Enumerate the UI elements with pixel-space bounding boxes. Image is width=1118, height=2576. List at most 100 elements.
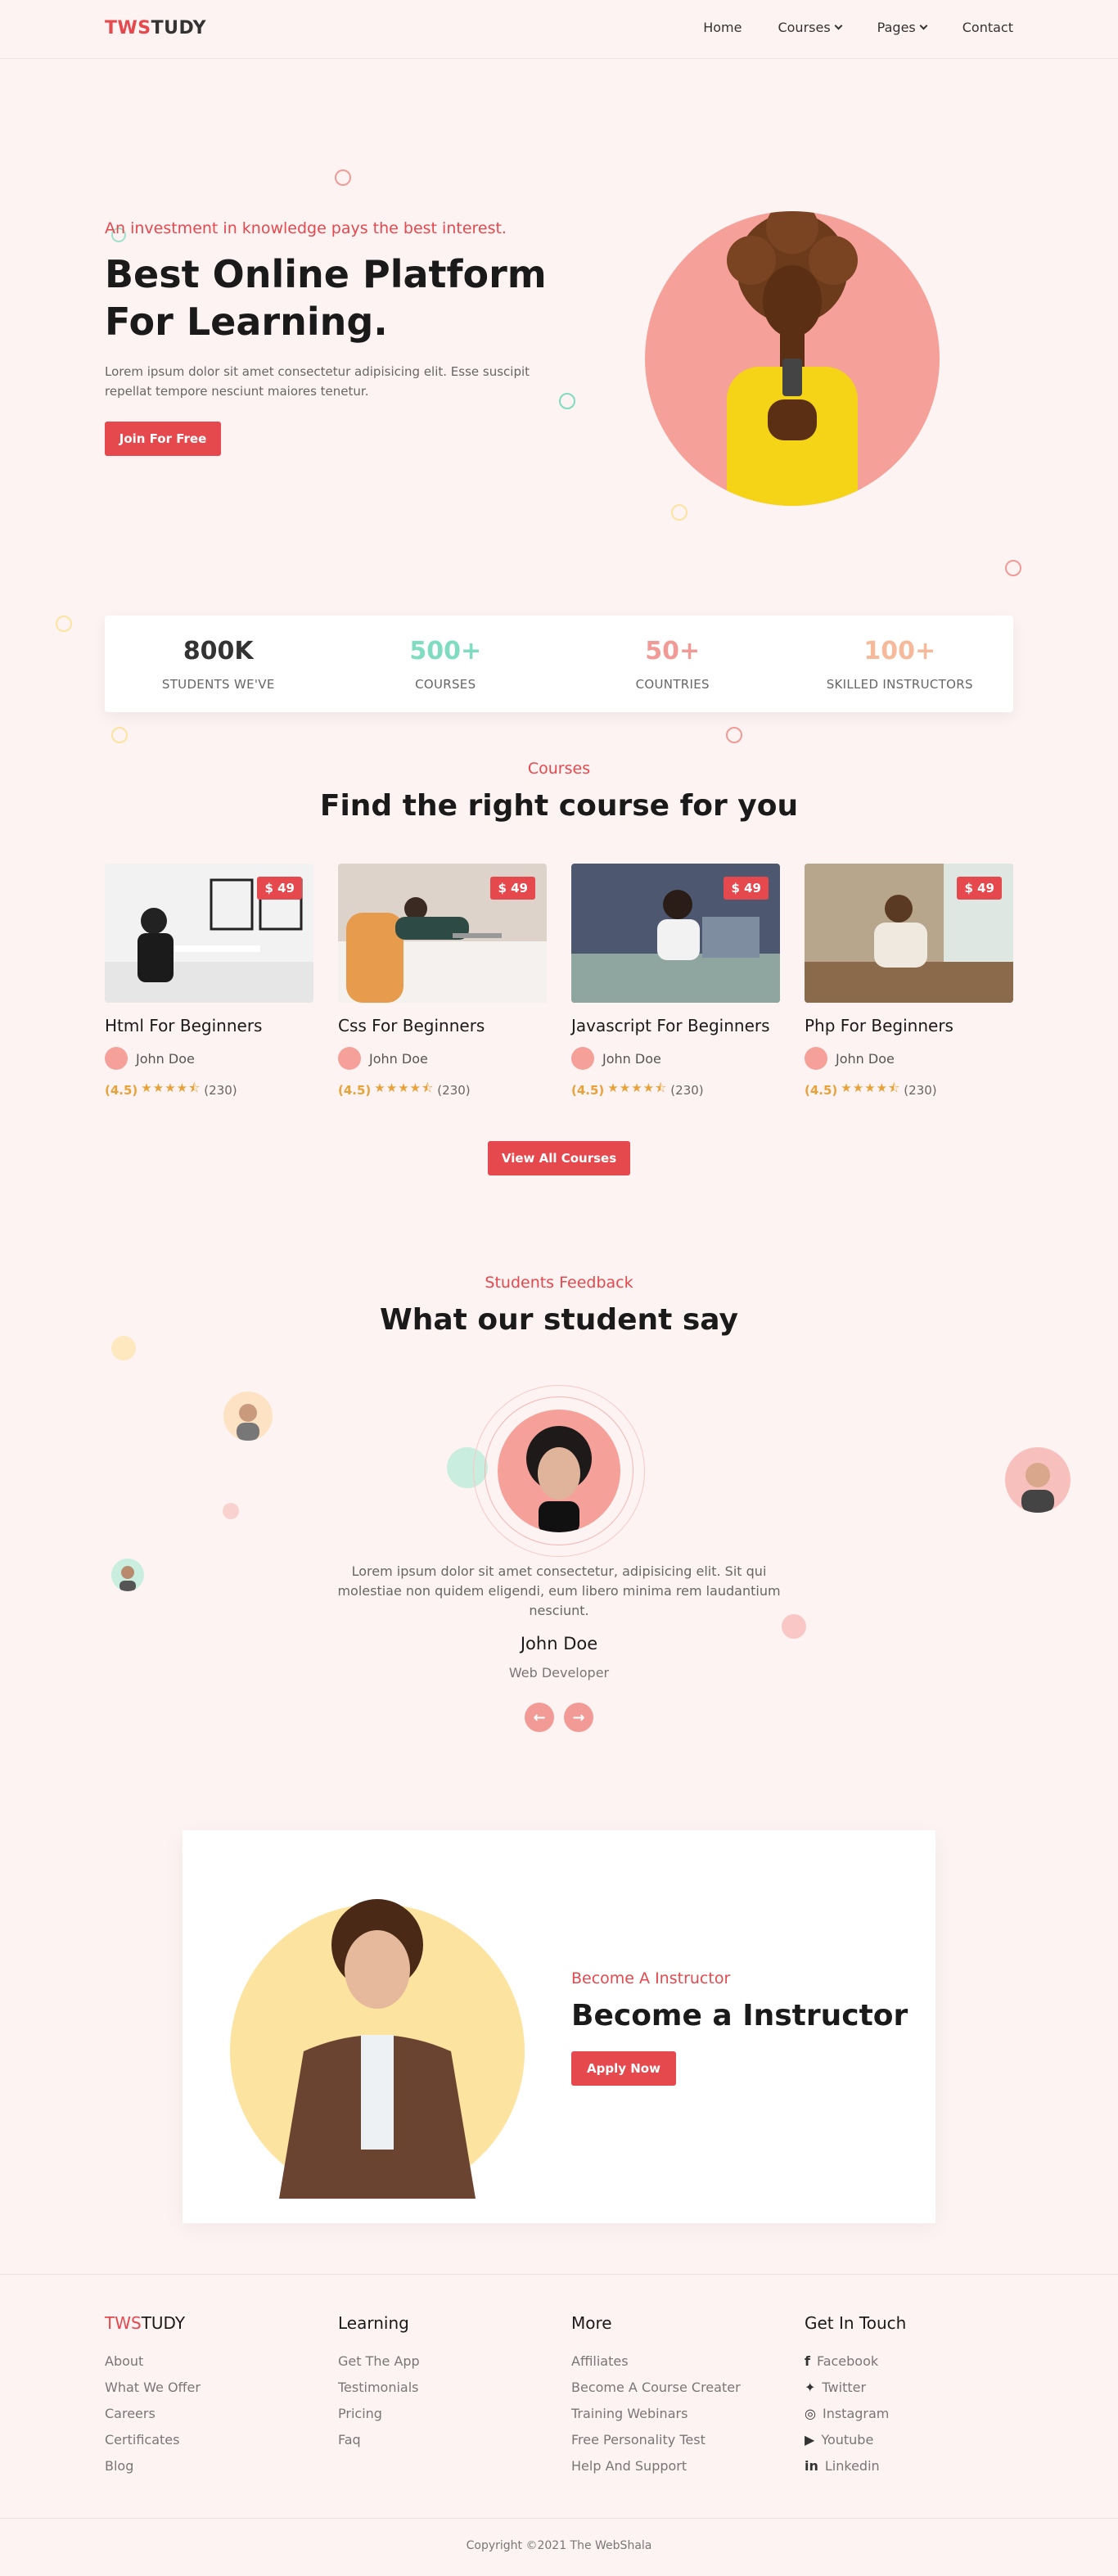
footer-social-instagram[interactable]: ◎ Instagram: [805, 2400, 1017, 2426]
student-avatar-small[interactable]: [223, 1392, 273, 1441]
footer-link[interactable]: Affiliates: [571, 2348, 784, 2374]
decor-ring: [1005, 560, 1021, 576]
course-list: $ 49 Html For Beginners John Doe (4.5) ★★…: [105, 864, 1013, 1100]
nav-home[interactable]: Home: [703, 20, 742, 35]
footer-link[interactable]: Help And Support: [571, 2452, 784, 2479]
course-title[interactable]: Html For Beginners: [105, 1016, 313, 1035]
footer-link[interactable]: Pricing: [338, 2400, 551, 2426]
footer-heading: Learning: [338, 2313, 409, 2333]
course-author: John Doe: [338, 1047, 547, 1070]
footer-link[interactable]: Get The App: [338, 2348, 551, 2374]
stat-label: STUDENTS WE'VE: [161, 677, 275, 692]
footer-link[interactable]: About: [105, 2348, 318, 2374]
avatar: [805, 1047, 827, 1070]
course-card[interactable]: $ 49 Php For Beginners John Doe (4.5) ★★★…: [805, 864, 1013, 1100]
copyright-text: Copyright ©2021 The WebShala: [466, 2539, 652, 2552]
course-rating: (4.5) ★★★★⯪ (230): [338, 1080, 547, 1100]
hero-title: Best Online Platform For Learning.: [105, 252, 547, 344]
stat-countries: 50+ COUNTRIES: [559, 616, 787, 712]
nav-courses[interactable]: Courses: [778, 20, 843, 35]
course-image[interactable]: $ 49: [338, 864, 547, 1003]
decor-ring: [56, 616, 72, 632]
testimonial-role: Web Developer: [508, 1665, 610, 1680]
prev-arrow-button[interactable]: ←: [525, 1703, 554, 1732]
footer-social-youtube[interactable]: ▶ Youtube: [805, 2426, 1017, 2452]
student-avatar-small[interactable]: [1005, 1447, 1071, 1513]
arrow-right-icon: →: [572, 1708, 585, 1726]
feedback-title: What our student say: [380, 1303, 738, 1337]
join-button[interactable]: Join For Free: [105, 422, 221, 456]
twitter-icon: ✦: [805, 2379, 816, 2395]
decor-dot: [111, 1336, 136, 1360]
price-badge: $ 49: [257, 877, 302, 900]
instagram-icon: ◎: [805, 2405, 816, 2421]
course-rating: (4.5) ★★★★⯪ (230): [105, 1080, 313, 1100]
course-card[interactable]: $ 49 Javascript For Beginners John Doe (…: [571, 864, 780, 1100]
footer-heading: Get In Touch: [805, 2313, 907, 2333]
student-avatar-small[interactable]: [111, 1559, 144, 1591]
course-card[interactable]: $ 49 Css For Beginners John Doe (4.5) ★★★…: [338, 864, 547, 1100]
course-author: John Doe: [805, 1047, 1013, 1070]
course-title[interactable]: Php For Beginners: [805, 1016, 1013, 1035]
avatar: [105, 1047, 128, 1070]
stat-students: 800K STUDENTS WE'VE: [105, 616, 332, 712]
testimonial-quote: Lorem ipsum dolor sit amet consectetur, …: [337, 1563, 781, 1618]
instructor-tag: Become A Instructor: [571, 1969, 731, 1987]
stat-value: 100+: [863, 637, 936, 665]
stat-label: COURSES: [415, 677, 476, 692]
course-author: John Doe: [571, 1047, 780, 1070]
star-rating-icon: ★★★★⯪: [607, 1080, 668, 1095]
course-image[interactable]: $ 49: [571, 864, 780, 1003]
footer-divider: [0, 2274, 1118, 2275]
courses-tag: Courses: [527, 760, 591, 778]
next-arrow-button[interactable]: →: [564, 1703, 593, 1732]
hero-image: [645, 211, 940, 506]
stat-value: 500+: [409, 637, 482, 665]
youtube-icon: ▶: [805, 2431, 815, 2447]
apply-now-button[interactable]: Apply Now: [571, 2051, 676, 2086]
decor-dot: [223, 1503, 239, 1519]
chevron-down-icon: [919, 21, 928, 30]
decor-ring: [671, 504, 687, 521]
footer-col-brand: TWSTUDY About What We Offer Careers Cert…: [105, 2313, 318, 2479]
course-title[interactable]: Css For Beginners: [338, 1016, 547, 1035]
courses-title: Find the right course for you: [319, 789, 799, 823]
stat-courses: 500+ COURSES: [332, 616, 560, 712]
decor-ring: [726, 727, 742, 743]
feedback-tag: Students Feedback: [485, 1274, 633, 1292]
footer-social-facebook[interactable]: f Facebook: [805, 2348, 1017, 2374]
footer-link[interactable]: Careers: [105, 2400, 318, 2426]
avatar: [571, 1047, 594, 1070]
course-title[interactable]: Javascript For Beginners: [571, 1016, 780, 1035]
nav-pages[interactable]: Pages: [877, 20, 928, 35]
view-all-courses-button[interactable]: View All Courses: [488, 1141, 630, 1175]
footer-link[interactable]: Training Webinars: [571, 2400, 784, 2426]
footer-link[interactable]: Certificates: [105, 2426, 318, 2452]
price-badge: $ 49: [957, 877, 1002, 900]
footer-social-linkedin[interactable]: in Linkedin: [805, 2452, 1017, 2479]
footer-heading: More: [571, 2313, 612, 2333]
decor-ring: [111, 727, 128, 743]
footer-link[interactable]: What We Offer: [105, 2374, 318, 2400]
hero-description: Lorem ipsum dolor sit amet consectetur a…: [105, 364, 530, 399]
course-image[interactable]: $ 49: [105, 864, 313, 1003]
stat-label: COUNTRIES: [635, 677, 710, 692]
footer-link[interactable]: Become A Course Creater: [571, 2374, 784, 2400]
footer-brand[interactable]: TWSTUDY: [105, 2313, 318, 2333]
chevron-down-icon: [834, 21, 843, 30]
course-image[interactable]: $ 49: [805, 864, 1013, 1003]
testimonial-name: John Doe: [520, 1634, 598, 1653]
logo[interactable]: TWSTUDY: [105, 18, 206, 38]
course-rating: (4.5) ★★★★⯪ (230): [571, 1080, 780, 1100]
nav-contact[interactable]: Contact: [962, 20, 1013, 35]
course-author: John Doe: [105, 1047, 313, 1070]
star-rating-icon: ★★★★⯪: [841, 1080, 901, 1095]
footer-link[interactable]: Testimonials: [338, 2374, 551, 2400]
footer-link[interactable]: Blog: [105, 2452, 318, 2479]
instructor-card: Become A Instructor Become a Instructor …: [183, 1830, 935, 2223]
footer-social-twitter[interactable]: ✦ Twitter: [805, 2374, 1017, 2400]
course-card[interactable]: $ 49 Html For Beginners John Doe (4.5) ★★…: [105, 864, 313, 1100]
avatar: [338, 1047, 361, 1070]
footer-link[interactable]: Free Personality Test: [571, 2426, 784, 2452]
footer-link[interactable]: Faq: [338, 2426, 551, 2452]
